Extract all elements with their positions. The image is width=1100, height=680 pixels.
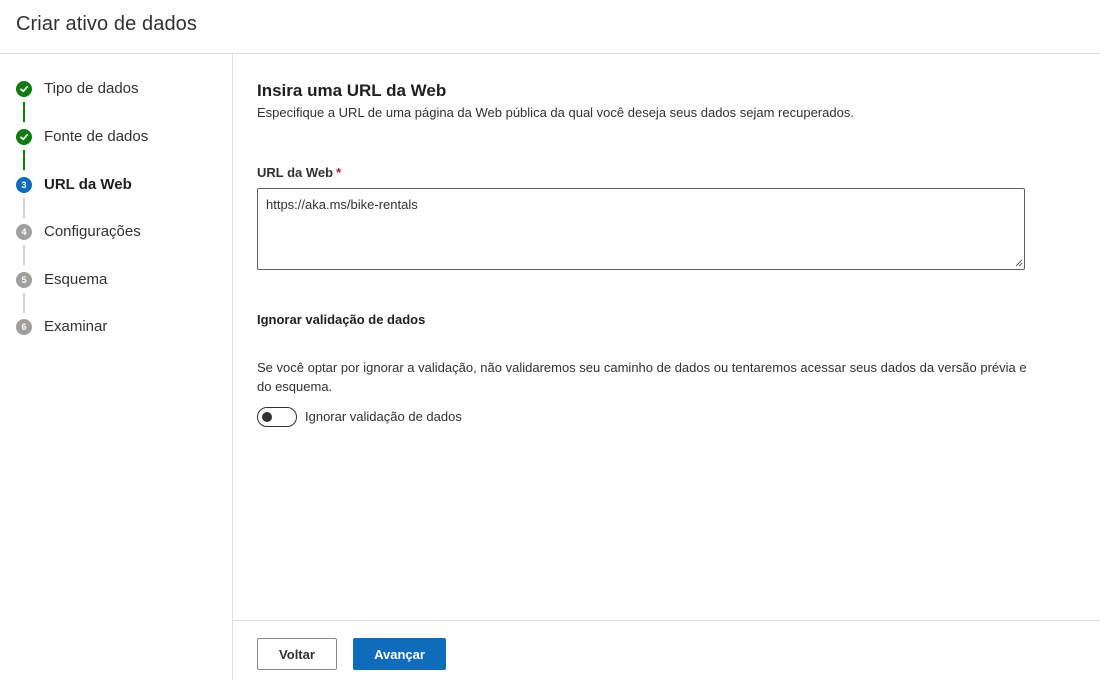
step-number-badge: 4 xyxy=(16,224,32,240)
step-label: Tipo de dados xyxy=(44,80,139,97)
step-connector xyxy=(23,150,25,170)
step-number-badge: 3 xyxy=(16,177,32,193)
step-connector xyxy=(23,245,25,265)
dialog-footer: Voltar Avançar xyxy=(233,620,1100,680)
skip-validation-description: Se você optar por ignorar a validação, n… xyxy=(257,360,1027,394)
check-icon xyxy=(16,81,32,97)
step-label: Fonte de dados xyxy=(44,128,149,145)
web-url-input[interactable]: https://aka.ms/bike-rentals xyxy=(257,188,1025,270)
skip-validation-toggle-label[interactable]: Ignorar validação de dados xyxy=(305,409,462,424)
step-label: Configurações xyxy=(44,223,141,240)
dialog-header: Criar ativo de dados xyxy=(0,0,1100,54)
step-settings[interactable]: 4 Configurações xyxy=(0,217,232,247)
step-connector xyxy=(23,102,25,122)
resize-grip-icon[interactable] xyxy=(1013,257,1023,267)
dialog-title: Criar ativo de dados xyxy=(16,13,197,35)
url-field-label-text: URL da Web xyxy=(257,165,334,180)
step-schema[interactable]: 5 Esquema xyxy=(0,265,232,295)
skip-validation-heading: Ignorar validação de dados xyxy=(257,312,426,327)
skip-validation-toggle[interactable] xyxy=(257,407,297,427)
main-content: Insira uma URL da Web Especifique a URL … xyxy=(233,54,1100,620)
check-icon xyxy=(16,129,32,145)
step-number-badge: 5 xyxy=(16,272,32,288)
url-field-label: URL da Web * xyxy=(257,165,341,180)
step-connector xyxy=(23,293,25,313)
wizard-steps-nav: Tipo de dados Fonte de dados 3 URL da We… xyxy=(0,54,233,680)
required-asterisk: * xyxy=(336,165,342,180)
step-label: Examinar xyxy=(44,318,108,335)
step-label: URL da Web xyxy=(44,176,132,193)
back-button[interactable]: Voltar xyxy=(257,638,337,670)
step-label: Esquema xyxy=(44,271,108,288)
create-data-asset-dialog: Criar ativo de dados Tipo de dados Fonte… xyxy=(0,0,1100,680)
toggle-knob xyxy=(262,412,272,422)
step-review[interactable]: 6 Examinar xyxy=(0,312,232,342)
step-data-type[interactable]: Tipo de dados xyxy=(0,74,232,104)
step-connector xyxy=(23,198,25,218)
next-button[interactable]: Avançar xyxy=(353,638,446,670)
section-description: Especifique a URL de uma página da Web p… xyxy=(257,105,854,120)
step-web-url[interactable]: 3 URL da Web xyxy=(0,170,232,200)
section-title: Insira uma URL da Web xyxy=(257,81,447,100)
step-number-badge: 6 xyxy=(16,319,32,335)
step-data-source[interactable]: Fonte de dados xyxy=(0,122,232,152)
